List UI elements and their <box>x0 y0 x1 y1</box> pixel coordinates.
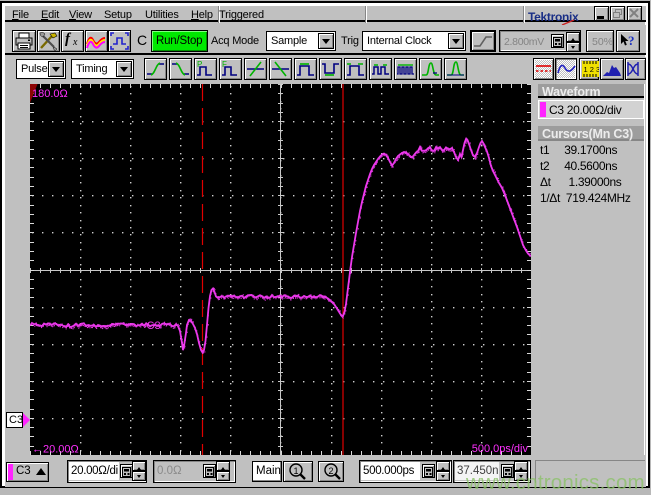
svg-text:←20.00Ω: ←20.00Ω <box>32 444 79 456</box>
svg-text:2: 2 <box>329 466 334 476</box>
svg-text:500.0ps/div: 500.0ps/div <box>472 443 529 455</box>
svg-text:1 2 3: 1 2 3 <box>584 65 600 74</box>
svg-text:C3: C3 <box>147 320 161 332</box>
svg-text:180.0Ω: 180.0Ω <box>32 88 68 100</box>
svg-text:1: 1 <box>294 466 299 476</box>
svg-text:?: ? <box>628 33 635 48</box>
